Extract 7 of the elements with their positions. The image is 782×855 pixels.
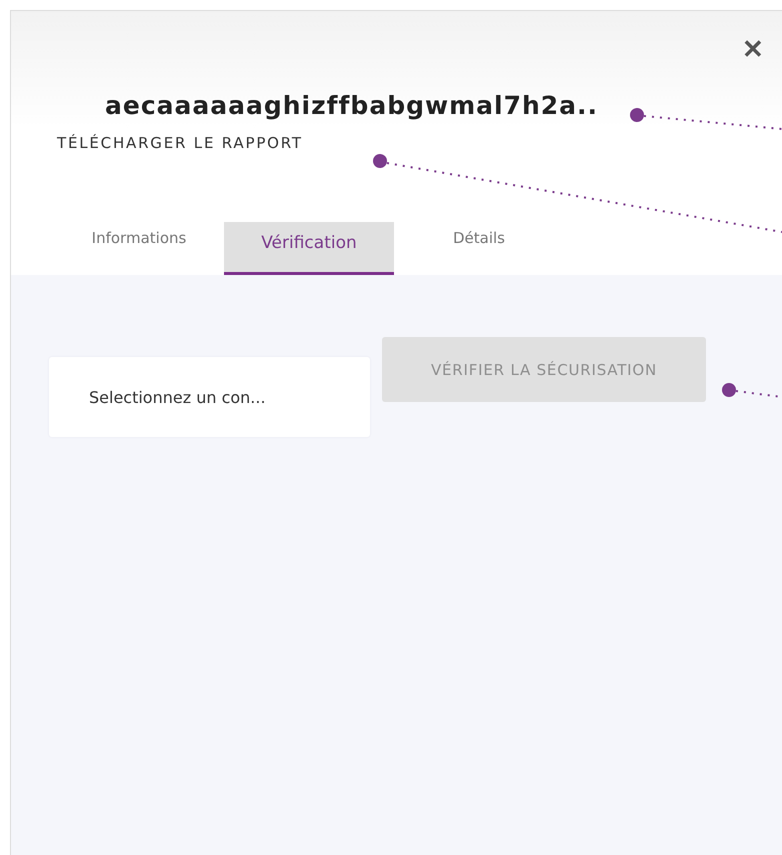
document-title: aecaaaaaaghizffbabgwmal7h2a.. — [105, 91, 598, 120]
tab[interactable]: Détails — [394, 222, 564, 275]
select-field[interactable]: Selectionnez un con... — [49, 357, 370, 437]
download-report-link[interactable]: TÉLÉCHARGER LE RAPPORT — [57, 134, 303, 152]
close-button[interactable]: ✕ — [742, 31, 764, 67]
tab[interactable]: Informations — [54, 222, 224, 275]
tab[interactable]: Vérification — [224, 222, 394, 275]
